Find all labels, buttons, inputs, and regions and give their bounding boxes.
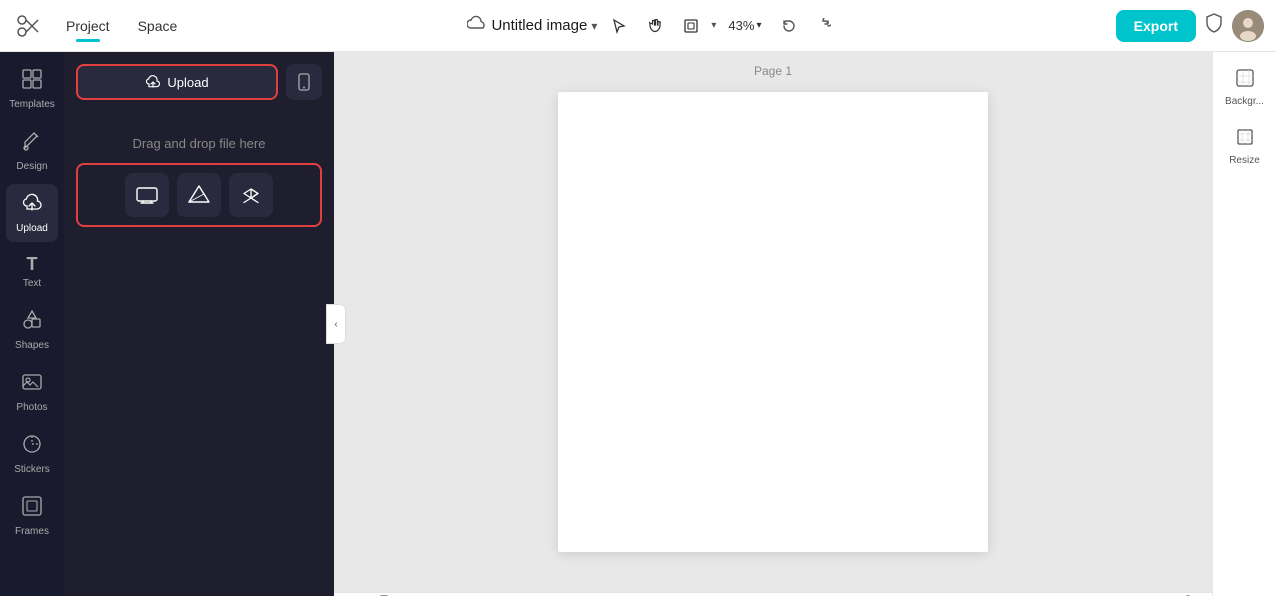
page-label: Page 1 <box>754 64 792 78</box>
resize-panel-btn[interactable]: Resize <box>1219 119 1271 174</box>
drag-drop-text: Drag and drop file here <box>76 136 322 151</box>
upload-sources <box>76 163 322 227</box>
pan-tool-btn[interactable] <box>639 10 671 42</box>
shield-icon[interactable] <box>1204 12 1224 39</box>
templates-label: Templates <box>9 99 55 110</box>
icon-sidebar: Templates Design Upload T T <box>0 52 64 596</box>
background-icon <box>1235 68 1255 93</box>
topbar-nav: Project Space <box>52 12 191 40</box>
user-avatar[interactable] <box>1232 10 1264 42</box>
sidebar-item-upload[interactable]: Upload <box>6 184 58 242</box>
cloud-icon <box>467 15 487 36</box>
photos-label: Photos <box>16 402 47 413</box>
canvas-area: Page 1 <box>334 52 1212 596</box>
stickers-icon <box>21 433 43 461</box>
sidebar-item-text[interactable]: T Text <box>6 246 58 297</box>
right-panel: Backgr... Resize <box>1212 52 1276 596</box>
select-tool-btn[interactable] <box>603 10 635 42</box>
topbar-right: Export <box>1116 10 1264 42</box>
topbar-left: Project Space <box>12 10 191 42</box>
nav-project[interactable]: Project <box>52 12 124 40</box>
topbar: Project Space Untitled image ▾ <box>0 0 1276 52</box>
undo-btn[interactable] <box>773 10 805 42</box>
title-area: Untitled image ▾ <box>467 15 597 36</box>
device-upload-btn[interactable] <box>125 173 169 217</box>
frame-chevron-icon[interactable]: ▾ <box>711 20 716 31</box>
mobile-btn[interactable] <box>286 64 322 100</box>
upload-label: Upload <box>16 223 48 234</box>
frames-label: Frames <box>15 526 49 537</box>
google-drive-btn[interactable] <box>177 173 221 217</box>
canvas-page[interactable] <box>558 92 988 552</box>
resize-icon <box>1235 127 1255 152</box>
left-panel: Upload Drag and drop file here <box>64 52 334 596</box>
upload-icon <box>21 192 43 220</box>
text-icon: T <box>27 254 38 275</box>
stickers-label: Stickers <box>14 464 50 475</box>
sidebar-item-stickers[interactable]: Stickers <box>6 425 58 483</box>
zoom-control[interactable]: 43% ▾ <box>720 14 769 37</box>
panel-content: Drag and drop file here <box>64 108 334 596</box>
sidebar-item-frames[interactable]: Frames <box>6 487 58 545</box>
upload-btn-label: Upload <box>167 75 208 90</box>
templates-icon <box>21 68 43 96</box>
canvas-inner[interactable] <box>334 52 1212 592</box>
export-button[interactable]: Export <box>1116 10 1196 42</box>
canvas-bottom-bar: Add page ‹ 1/1 › <box>334 592 1212 596</box>
panel-collapse-btn[interactable]: ‹ <box>326 304 346 344</box>
dropbox-btn[interactable] <box>229 173 273 217</box>
sidebar-item-design[interactable]: Design <box>6 122 58 180</box>
zoom-chevron-icon: ▾ <box>756 20 761 31</box>
undo-redo-group <box>773 10 839 42</box>
sidebar-item-templates[interactable]: Templates <box>6 60 58 118</box>
collapse-icon: ‹ <box>334 319 337 330</box>
logo-icon[interactable] <box>12 10 44 42</box>
title-chevron-icon[interactable]: ▾ <box>591 19 597 33</box>
shapes-label: Shapes <box>15 340 49 351</box>
photos-icon <box>21 371 43 399</box>
topbar-center: Untitled image ▾ ▾ 43% <box>199 10 1107 42</box>
sidebar-item-photos[interactable]: Photos <box>6 363 58 421</box>
sidebar-item-shapes[interactable]: Shapes <box>6 301 58 359</box>
frame-tool-btn[interactable] <box>675 10 707 42</box>
design-label: Design <box>16 161 47 172</box>
topbar-tools: ▾ 43% ▾ <box>603 10 839 42</box>
resize-label: Resize <box>1229 155 1260 166</box>
design-icon <box>21 130 43 158</box>
panel-header: Upload <box>64 52 334 108</box>
redo-btn[interactable] <box>807 10 839 42</box>
shapes-icon <box>21 309 43 337</box>
upload-button[interactable]: Upload <box>76 64 278 100</box>
background-label: Backgr... <box>1225 96 1264 107</box>
text-label: Text <box>23 278 41 289</box>
document-title[interactable]: Untitled image <box>491 17 587 34</box>
main-layout: Templates Design Upload T T <box>0 52 1276 596</box>
background-panel-btn[interactable]: Backgr... <box>1219 60 1271 115</box>
frames-icon <box>21 495 43 523</box>
nav-space[interactable]: Space <box>124 12 192 40</box>
zoom-value: 43% <box>728 18 754 33</box>
